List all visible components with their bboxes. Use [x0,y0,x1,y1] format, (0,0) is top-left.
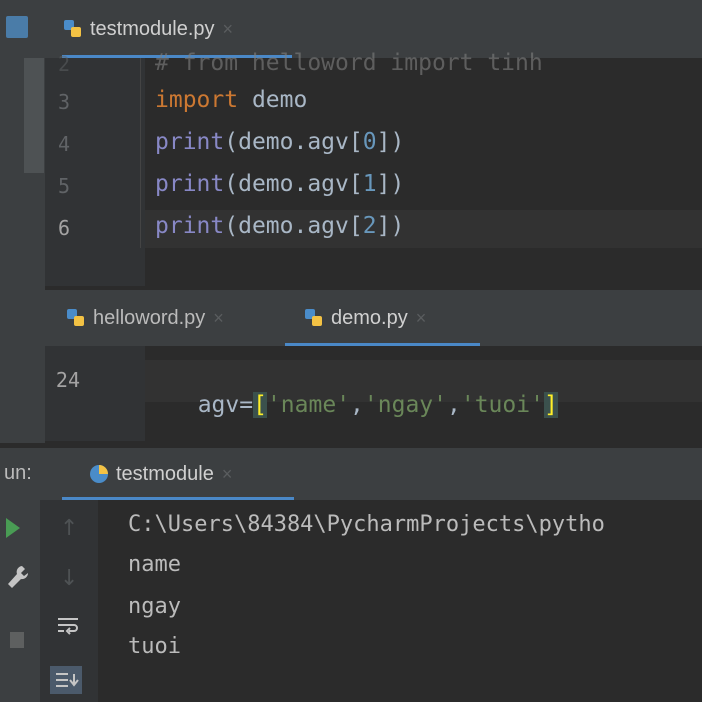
code-line-6[interactable]: print(demo.agv[2]) [155,213,404,239]
bracket: ] [543,392,558,418]
code-line-24[interactable]: agv=['name','ngay','tuoi'] [170,366,558,418]
number: 2 [362,213,377,239]
string: 'tuoi' [460,392,544,418]
tab-demo[interactable]: demo.py × [303,290,426,346]
tab-label: helloword.py [93,306,206,329]
close-icon[interactable]: × [213,308,224,329]
line-number: 4 [57,132,70,156]
side-panel-scroll [24,58,44,173]
console-output-line: tuoi [128,634,181,659]
line-number: 6 [57,216,70,240]
line-number: 5 [57,174,70,198]
code-text: , [447,392,461,418]
code-text: (demo.agv[ [224,213,363,239]
python-file-icon [65,307,87,329]
active-tab-underline [285,343,480,346]
console-output-line: name [128,552,181,577]
python-file-icon [303,307,325,329]
project-tool-icon[interactable] [6,16,28,38]
code-text: agv= [197,392,254,418]
python-file-icon [62,18,84,40]
code-line-2[interactable]: # from helloword import tinh [155,50,543,76]
number: 1 [362,171,377,197]
line-number: 2 [57,52,70,76]
run-icon[interactable] [6,518,20,538]
code-text: ]) [376,171,405,197]
code-line-4[interactable]: print(demo.agv[0]) [155,129,404,155]
builtin: print [155,213,225,239]
line-number: 24 [55,368,80,392]
code-text: demo [238,87,308,113]
code-text: , [350,392,364,418]
bottom-gutter [45,346,145,441]
console-output-line: C:\Users\84384\PycharmProjects\pytho [128,512,605,537]
string: 'ngay' [363,392,447,418]
builtin: print [155,171,225,197]
close-icon[interactable]: × [223,19,234,40]
tab-label: demo.py [331,306,408,329]
scroll-to-end-icon[interactable] [50,666,82,694]
string: 'name' [266,392,351,418]
keyword: import [155,87,239,113]
close-icon[interactable]: × [416,308,427,329]
code-text: (demo.agv[ [224,129,363,155]
gutter-separator [140,58,141,248]
code-line-5[interactable]: print(demo.agv[1]) [155,171,404,197]
tab-label: testmodule.py [90,17,215,40]
builtin: print [155,129,225,155]
code-line-3[interactable]: import demo [155,87,307,113]
soft-wrap-icon[interactable] [56,614,80,642]
line-number: 3 [57,90,70,114]
stop-icon[interactable] [10,632,24,648]
bracket: [ [253,392,267,418]
code-text: ]) [376,213,405,239]
tab-label: testmodule [116,462,214,485]
down-arrow-icon[interactable]: ↓ [60,566,78,591]
console-output-line: ngay [128,594,181,619]
tab-helloword[interactable]: helloword.py × [65,290,224,346]
close-icon[interactable]: × [222,464,233,485]
run-panel-header: un: testmodule × [0,448,702,500]
run-panel-label: un: [4,462,32,484]
python-run-icon [88,463,110,485]
number: 0 [362,129,377,155]
code-text: ]) [376,129,405,155]
bottom-tab-strip: helloword.py × demo.py × [45,290,702,346]
tab-run-testmodule[interactable]: testmodule × [88,448,232,500]
up-arrow-icon[interactable]: ↑ [60,516,78,541]
wrench-icon[interactable] [6,564,29,594]
code-text: (demo.agv[ [224,171,363,197]
